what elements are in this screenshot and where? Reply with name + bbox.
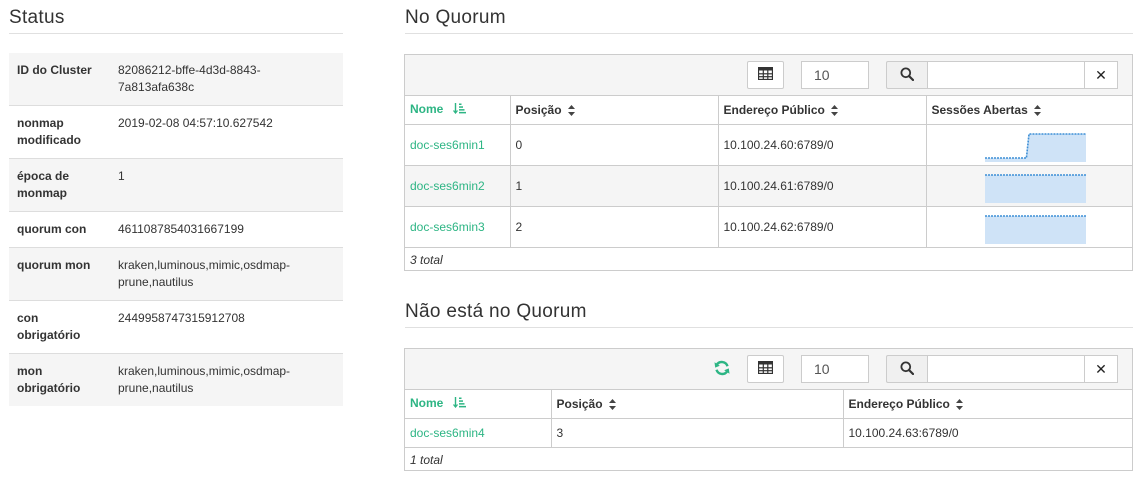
- out-quorum-title: Não está no Quorum: [405, 301, 587, 322]
- status-key: quorum mon: [9, 247, 109, 301]
- sort-amount-asc-icon: [453, 103, 467, 117]
- status-title: Status: [9, 7, 65, 28]
- status-row: ID do Cluster 82086212-bffe-4d3d-8843-7a8…: [9, 53, 343, 106]
- in-quorum-divider: [405, 33, 1133, 34]
- columns-toggle-button[interactable]: [747, 61, 784, 89]
- status-key: mon obrigatório: [9, 353, 109, 406]
- status-row: quorum mon kraken,luminous,mimic,osdmap-p…: [9, 247, 343, 301]
- address-cell: 10.100.24.62:6789/0: [717, 206, 926, 248]
- column-header-address[interactable]: Endereço Público: [842, 390, 1132, 419]
- sort-updown-icon: [1033, 105, 1041, 117]
- close-x-icon: ✕: [1095, 66, 1107, 83]
- status-row: quorum con 4611087854031667199: [9, 211, 343, 248]
- status-key: ID do Cluster: [9, 53, 109, 106]
- status-key: nonmap modificado: [9, 105, 109, 159]
- rank-cell: 3: [550, 418, 843, 448]
- sessions-sparkline: [984, 214, 1086, 244]
- column-header-label: Posição: [515, 102, 562, 117]
- rank-cell: 2: [509, 206, 718, 248]
- status-value: 4611087854031667199: [109, 211, 343, 248]
- in-quorum-toolbar: 10 ✕: [405, 55, 1132, 96]
- monitor-name-link[interactable]: doc-ses6min3: [410, 220, 485, 234]
- search-input[interactable]: [927, 61, 1085, 89]
- sessions-sparkline: [984, 132, 1086, 162]
- in-quorum-grid: 10 ✕ Nome Posição Endereço Público Sessõ…: [404, 54, 1133, 271]
- sessions-cell: [925, 206, 1132, 248]
- status-row: con obrigatório 2449958747315912708: [9, 300, 343, 354]
- status-value: kraken,luminous,mimic,osdmap-prune,nauti…: [109, 247, 343, 301]
- in-quorum-table: Nome Posição Endereço Público Sessões Ab…: [405, 96, 1132, 248]
- rank-cell: 1: [509, 165, 718, 207]
- status-divider: [9, 33, 343, 34]
- sort-amount-asc-icon: [453, 397, 467, 411]
- out-quorum-table: Nome Posição Endereço Público doc-ses6mi…: [405, 390, 1132, 448]
- out-quorum-divider: [405, 327, 1133, 328]
- columns-toggle-button[interactable]: [747, 355, 784, 383]
- out-quorum-grid: 10 ✕ Nome Posição Endereço Público doc-s…: [404, 348, 1133, 471]
- page-size-input[interactable]: 10: [801, 61, 869, 89]
- rank-cell: 0: [509, 124, 718, 166]
- table-grid-icon: [757, 360, 774, 377]
- column-header-name[interactable]: Nome: [405, 96, 510, 125]
- status-value: 2449958747315912708: [109, 300, 343, 354]
- sort-updown-icon: [608, 399, 616, 411]
- sessions-sparkline: [984, 173, 1086, 203]
- sort-updown-icon: [830, 105, 838, 117]
- table-row: doc-ses6min4 3 10.100.24.63:6789/0: [405, 418, 1132, 448]
- table-row: doc-ses6min1 0 10.100.24.60:6789/0: [405, 124, 1132, 166]
- page-size-input[interactable]: 10: [801, 355, 869, 383]
- status-key: quorum con: [9, 211, 109, 248]
- column-header-sessions[interactable]: Sessões Abertas: [925, 96, 1132, 125]
- table-row: doc-ses6min3 2 10.100.24.62:6789/0: [405, 206, 1132, 248]
- status-row: nonmap modificado 2019-02-08 04:57:10.627…: [9, 105, 343, 159]
- status-key: con obrigatório: [9, 300, 109, 354]
- table-grid-icon: [757, 66, 774, 83]
- address-cell: 10.100.24.61:6789/0: [717, 165, 926, 207]
- column-header-label: Sessões Abertas: [931, 102, 1028, 117]
- monitor-name-link[interactable]: doc-ses6min1: [410, 138, 485, 152]
- column-header-rank[interactable]: Posição: [550, 390, 843, 419]
- address-cell: 10.100.24.60:6789/0: [717, 124, 926, 166]
- status-value: 1: [109, 158, 343, 212]
- sessions-cell: [925, 124, 1132, 166]
- status-value: 82086212-bffe-4d3d-8843-7a813afa638c: [109, 53, 343, 106]
- sparkline-area: [984, 215, 1086, 244]
- column-header-rank[interactable]: Posição: [509, 96, 718, 125]
- clear-search-button[interactable]: ✕: [1085, 61, 1118, 89]
- close-x-icon: ✕: [1095, 360, 1107, 377]
- magnifier-icon: [900, 67, 915, 84]
- column-header-address[interactable]: Endereço Público: [717, 96, 926, 125]
- status-row: época de monmap 1: [9, 158, 343, 212]
- search-button[interactable]: [886, 61, 927, 89]
- column-header-label: Endereço Público: [848, 396, 950, 411]
- column-header-name[interactable]: Nome: [405, 390, 551, 419]
- search-input[interactable]: [927, 355, 1085, 383]
- column-header-label: Endereço Público: [723, 102, 825, 117]
- refresh-icon: [714, 360, 730, 379]
- table-row: doc-ses6min2 1 10.100.24.61:6789/0: [405, 165, 1132, 207]
- refresh-button[interactable]: [714, 360, 730, 379]
- sort-updown-icon: [955, 399, 963, 411]
- table-footer-count: 1 total: [410, 452, 443, 467]
- status-key: época de monmap: [9, 158, 109, 212]
- clear-search-button[interactable]: ✕: [1085, 355, 1118, 383]
- status-row: mon obrigatório kraken,luminous,mimic,osd…: [9, 353, 343, 406]
- monitor-name-link[interactable]: doc-ses6min2: [410, 179, 485, 193]
- out-quorum-toolbar: 10 ✕: [405, 349, 1132, 390]
- sort-updown-icon: [567, 105, 575, 117]
- status-value: kraken,luminous,mimic,osdmap-prune,nauti…: [109, 353, 343, 406]
- search-button[interactable]: [886, 355, 927, 383]
- in-quorum-title: No Quorum: [405, 7, 506, 28]
- table-footer-count: 3 total: [410, 252, 443, 267]
- column-header-label: Nome: [410, 102, 444, 117]
- status-value: 2019-02-08 04:57:10.627542: [109, 105, 343, 159]
- sessions-cell: [925, 165, 1132, 207]
- magnifier-icon: [900, 361, 915, 378]
- column-header-label: Posição: [556, 396, 603, 411]
- address-cell: 10.100.24.63:6789/0: [842, 418, 1132, 448]
- status-table: ID do Cluster 82086212-bffe-4d3d-8843-7a8…: [9, 53, 343, 406]
- column-header-label: Nome: [410, 396, 444, 411]
- monitor-name-link[interactable]: doc-ses6min4: [410, 426, 485, 440]
- sparkline-area: [984, 174, 1086, 203]
